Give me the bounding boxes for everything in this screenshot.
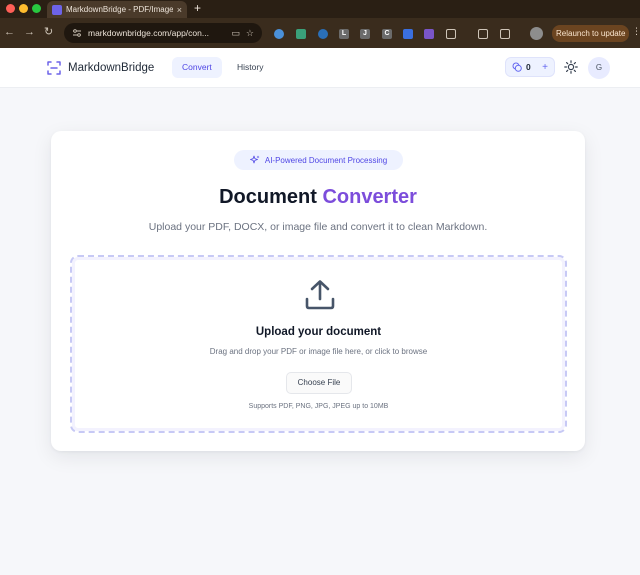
extension-icon[interactable] bbox=[403, 29, 413, 39]
browser-menu-icon[interactable]: ⋮ bbox=[632, 26, 640, 37]
extension-icon[interactable] bbox=[424, 29, 434, 39]
browser-tab[interactable]: MarkdownBridge - PDF/Image × bbox=[47, 1, 187, 18]
close-window-button[interactable] bbox=[6, 4, 15, 13]
sun-icon[interactable] bbox=[564, 60, 578, 74]
coins-icon bbox=[512, 62, 522, 72]
ai-badge: AI-Powered Document Processing bbox=[234, 150, 403, 170]
extensions-puzzle-icon[interactable] bbox=[446, 29, 456, 39]
title-main: Document bbox=[219, 186, 317, 208]
page-subtitle: Upload your PDF, DOCX, or image file and… bbox=[148, 221, 488, 233]
scan-icon bbox=[47, 61, 61, 75]
extension-j-icon[interactable]: J bbox=[360, 29, 370, 39]
upload-icon bbox=[305, 280, 335, 310]
dropzone-title: Upload your document bbox=[255, 326, 382, 338]
converter-card: AI-Powered Document Processing Document … bbox=[51, 131, 585, 451]
credits-button[interactable]: 0 + bbox=[505, 57, 555, 77]
forward-icon[interactable]: → bbox=[24, 25, 35, 39]
extension-l-icon[interactable]: L bbox=[339, 29, 349, 39]
badge-label: AI-Powered Document Processing bbox=[264, 155, 388, 165]
tab-favicon-icon bbox=[52, 4, 62, 15]
relaunch-button[interactable]: Relaunch to update bbox=[552, 25, 630, 42]
tab-close-icon[interactable]: × bbox=[177, 5, 182, 15]
dropzone-subtitle: Drag and drop your PDF or image file her… bbox=[209, 347, 428, 356]
tab-convert[interactable]: Convert bbox=[172, 57, 222, 78]
tab-history[interactable]: History bbox=[227, 57, 273, 78]
maximize-window-button[interactable] bbox=[32, 4, 41, 13]
address-bar[interactable]: markdownbridge.com/app/con... ▭ ☆ bbox=[64, 23, 262, 43]
bookmark-star-icon[interactable]: ☆ bbox=[246, 28, 254, 39]
reading-list-icon[interactable] bbox=[500, 29, 510, 39]
add-credits-icon[interactable]: + bbox=[542, 62, 548, 73]
browser-tab-strip: MarkdownBridge - PDF/Image × + bbox=[0, 0, 640, 18]
credits-count: 0 bbox=[526, 62, 531, 72]
logo-text: MarkdownBridge bbox=[68, 62, 155, 74]
reload-icon[interactable]: ↻ bbox=[44, 25, 53, 39]
app-header: MarkdownBridge Convert History 0 + bbox=[0, 48, 640, 88]
avatar[interactable]: G bbox=[588, 57, 610, 79]
browser-toolbar: ← → ↻ markdownbridge.com/app/con... ▭ ☆ … bbox=[0, 18, 640, 48]
logo[interactable]: MarkdownBridge bbox=[46, 60, 154, 76]
new-tab-button[interactable]: + bbox=[194, 1, 201, 15]
site-info-icon[interactable] bbox=[72, 28, 82, 38]
tab-search-icon[interactable] bbox=[478, 29, 488, 39]
url-text: markdownbridge.com/app/con... bbox=[88, 28, 209, 38]
title-accent: Converter bbox=[322, 186, 417, 208]
extension-icon[interactable] bbox=[318, 29, 328, 39]
extension-icon[interactable] bbox=[274, 29, 284, 39]
sparkles-icon bbox=[249, 155, 260, 164]
profile-avatar[interactable] bbox=[530, 27, 543, 40]
dropzone-file-types-note: Supports PDF, PNG, JPG, JPEG up to 10MB bbox=[248, 403, 389, 410]
minimize-window-button[interactable] bbox=[19, 4, 28, 13]
file-dropzone[interactable]: Upload your document Drag and drop your … bbox=[70, 255, 567, 433]
tab-title: MarkdownBridge - PDF/Image bbox=[66, 5, 173, 14]
cast-icon[interactable]: ▭ bbox=[231, 28, 240, 39]
extension-c-icon[interactable]: C bbox=[382, 29, 392, 39]
page-title: Document Converter bbox=[51, 186, 585, 209]
back-icon[interactable]: ← bbox=[4, 25, 15, 39]
choose-file-button[interactable]: Choose File bbox=[286, 372, 352, 394]
extension-icon[interactable] bbox=[296, 29, 306, 39]
